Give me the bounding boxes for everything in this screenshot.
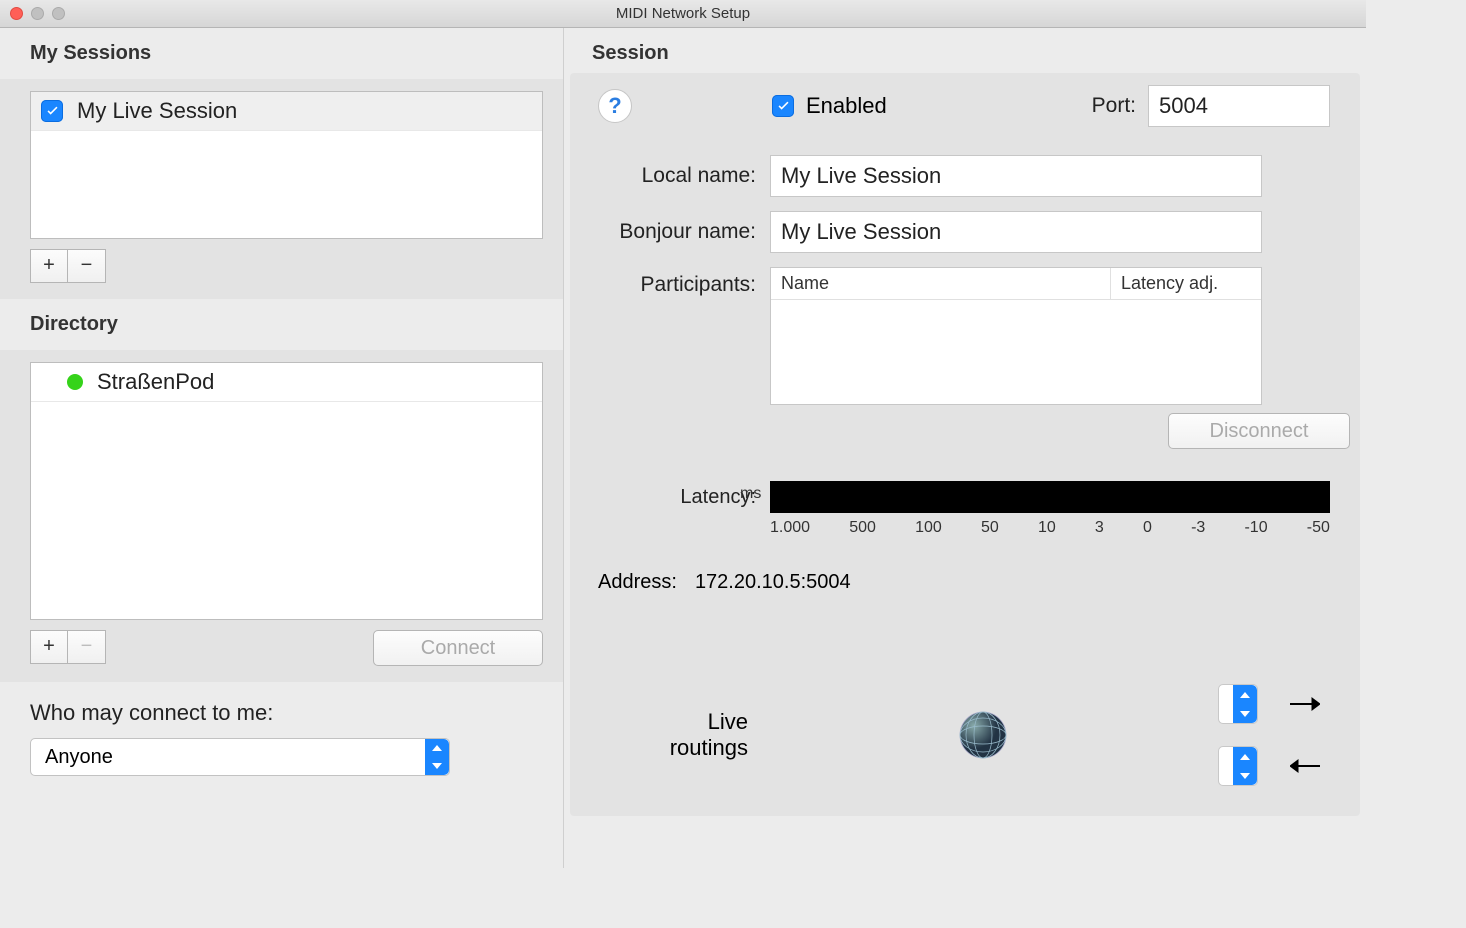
titlebar: MIDI Network Setup	[0, 0, 1366, 28]
session-body: ? Enabled Port: 5004	[570, 73, 1360, 816]
window: MIDI Network Setup My Sessions My Live S…	[0, 0, 1366, 868]
sessions-buttons: + −	[30, 249, 543, 283]
participants-table[interactable]: Name Latency adj.	[770, 267, 1262, 405]
my-sessions-heading: My Sessions	[0, 28, 563, 79]
select-stepper-icon	[1233, 747, 1257, 785]
tick: 50	[981, 519, 999, 537]
add-directory-button[interactable]: +	[30, 630, 68, 664]
connect-button[interactable]: Connect	[373, 630, 543, 666]
bonjour-name-label: Bonjour name:	[570, 220, 756, 244]
checkmark-icon	[776, 99, 791, 114]
port-label: Port:	[1092, 94, 1136, 118]
tick: 1.000	[770, 519, 810, 537]
arrow-right-icon	[1270, 697, 1340, 711]
tick: 10	[1038, 519, 1056, 537]
tick: -3	[1191, 519, 1205, 537]
live-routings-label: Liveroutings	[598, 709, 748, 762]
tick: -10	[1244, 519, 1267, 537]
sessions-list[interactable]: My Live Session	[30, 91, 543, 239]
tick: 0	[1143, 519, 1152, 537]
tick: -50	[1307, 519, 1330, 537]
session-checkbox[interactable]	[41, 100, 63, 122]
tick: 500	[849, 519, 876, 537]
session-name: My Live Session	[77, 98, 237, 124]
session-heading: Session	[564, 28, 1366, 73]
directory-heading: Directory	[0, 299, 563, 350]
directory-row[interactable]: StraßenPod	[31, 363, 542, 402]
address-label: Address:	[598, 571, 677, 594]
directory-buttons: + − Connect	[30, 630, 543, 666]
participants-col-name[interactable]: Name	[771, 268, 1111, 299]
local-name-input[interactable]: My Live Session	[770, 155, 1262, 197]
port-input[interactable]: 5004	[1148, 85, 1330, 127]
status-dot-icon	[67, 374, 83, 390]
tick: 100	[915, 519, 942, 537]
participants-header: Name Latency adj.	[771, 268, 1261, 300]
select-stepper-icon	[1233, 685, 1257, 723]
latency-label: Latency:	[570, 486, 756, 509]
enabled-checkbox[interactable]	[772, 95, 794, 117]
select-stepper-icon	[425, 739, 449, 775]
latency-unit: ms	[740, 485, 770, 503]
remove-directory-button: −	[68, 630, 106, 664]
directory-item-name: StraßenPod	[97, 369, 214, 395]
disconnect-button[interactable]: Disconnect	[1168, 413, 1350, 449]
content: My Sessions My Live Session + − Director…	[0, 28, 1366, 868]
help-button[interactable]: ?	[598, 89, 632, 123]
who-may-connect-select[interactable]: Anyone	[30, 738, 450, 776]
arrow-left-icon	[1270, 759, 1340, 773]
who-selected-value: Anyone	[45, 746, 113, 769]
live-routing-out-select[interactable]: -	[1218, 746, 1258, 786]
window-title: MIDI Network Setup	[0, 5, 1366, 22]
live-routing-in-select[interactable]: -	[1218, 684, 1258, 724]
network-globe-icon	[958, 710, 1008, 760]
session-row[interactable]: My Live Session	[31, 92, 542, 131]
directory-list[interactable]: StraßenPod	[30, 362, 543, 620]
remove-session-button[interactable]: −	[68, 249, 106, 283]
add-session-button[interactable]: +	[30, 249, 68, 283]
checkmark-icon	[45, 104, 60, 119]
enabled-label: Enabled	[806, 93, 887, 119]
bonjour-name-input[interactable]: My Live Session	[770, 211, 1262, 253]
enabled-group: Enabled	[772, 93, 887, 119]
local-name-label: Local name:	[570, 164, 756, 188]
left-column: My Sessions My Live Session + − Director…	[0, 28, 564, 868]
who-may-connect-label: Who may connect to me:	[30, 700, 533, 726]
participants-label: Participants:	[570, 267, 756, 297]
tick: 3	[1095, 519, 1104, 537]
who-may-connect-block: Who may connect to me: Anyone	[0, 682, 563, 786]
participants-col-latency[interactable]: Latency adj.	[1111, 268, 1261, 299]
latency-ticks: 1.000 500 100 50 10 3 0 -3 -10 -50	[770, 513, 1330, 537]
address-value: 172.20.10.5:5004	[695, 571, 851, 594]
latency-meter	[770, 481, 1330, 513]
right-column: Session ? Enabled Port: 5004	[564, 28, 1366, 868]
my-sessions-panel: My Live Session + −	[0, 79, 563, 299]
directory-panel: StraßenPod + − Connect	[0, 350, 563, 682]
